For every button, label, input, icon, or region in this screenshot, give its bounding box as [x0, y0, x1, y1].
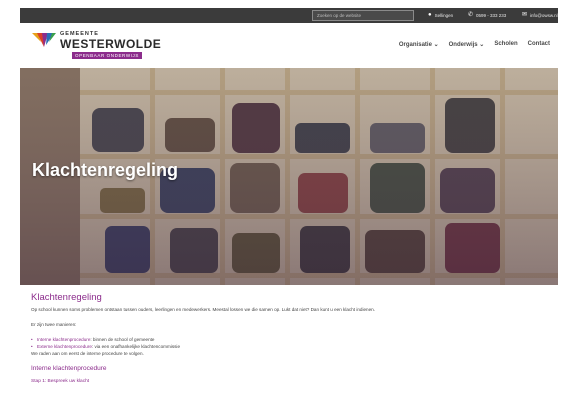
site-header: GEMEENTE WESTERWOLDE OPENBAAR ONDERWIJS …	[20, 23, 558, 68]
intro-paragraph: Op school kunnen soms problemen ontstaan…	[31, 307, 375, 312]
nav-item-contact[interactable]: Contact	[528, 41, 550, 48]
search-input[interactable]: Zoeken op de website	[312, 10, 414, 21]
list-item-text: : binnen de school of gemeente	[90, 337, 155, 342]
logo-subtitle: OPENBAAR ONDERWIJS	[72, 52, 142, 59]
location-pin-icon: ●	[428, 12, 432, 18]
nav-item-onderwijs[interactable]: Onderwijs ⌄	[449, 41, 485, 48]
logo-mark-icon[interactable]	[32, 33, 56, 49]
mail-icon: ✉	[522, 12, 528, 18]
phone-text: 0599 - 333 233	[476, 13, 507, 18]
page-heading: Klachtenregeling	[31, 292, 102, 303]
email-text: info@owsw.nl	[530, 13, 558, 18]
phone-link[interactable]: ✆ 0599 - 333 233	[468, 10, 506, 21]
section-heading: Interne klachtenprocedure	[31, 365, 107, 372]
email-link[interactable]: ✉ info@owsw.nl	[522, 10, 558, 21]
list-item: Interne klachtenprocedure: binnen de sch…	[31, 336, 551, 343]
external-procedure-link[interactable]: Externe klachtenprocedure	[37, 344, 92, 349]
nav-item-organisatie[interactable]: Organisatie ⌄	[399, 41, 439, 48]
location-info: ● Sellingen	[428, 10, 453, 21]
internal-procedure-link[interactable]: Interne klachtenprocedure	[37, 337, 90, 342]
ways-text: Er zijn twee manieren:	[31, 322, 77, 327]
hero-banner: Klachtenregeling	[20, 68, 558, 285]
phone-icon: ✆	[468, 12, 474, 18]
location-text: Sellingen	[434, 13, 454, 18]
list-item-text: : via een onafhankelijke klachtencommiss…	[91, 344, 180, 349]
advice-text: We raden aan om eerst de interne procedu…	[31, 351, 144, 356]
main-nav: Organisatie ⌄ Onderwijs ⌄ Scholen Contac…	[399, 41, 550, 48]
list-item: Externe klachtenprocedure: via een onafh…	[31, 343, 551, 350]
logo-title[interactable]: WESTERWOLDE	[60, 37, 161, 51]
hero-title: Klachtenregeling	[32, 160, 179, 180]
main-content: Klachtenregeling Op school kunnen soms p…	[31, 292, 551, 384]
top-utility-bar: Zoeken op de website ● Sellingen ✆ 0599 …	[20, 8, 558, 23]
step-heading[interactable]: Stap 1: Bespreek uw klacht	[31, 379, 551, 384]
nav-item-scholen[interactable]: Scholen	[494, 41, 517, 48]
